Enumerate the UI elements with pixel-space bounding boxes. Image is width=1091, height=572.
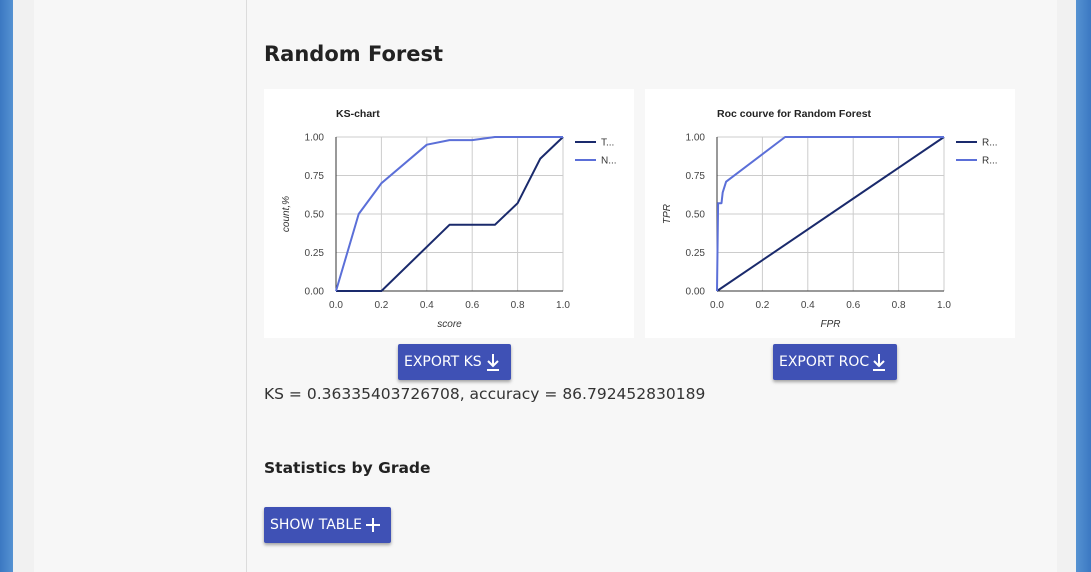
statistics-by-grade-heading: Statistics by Grade	[264, 459, 431, 477]
ks-x-tick-label: 0.6	[465, 300, 479, 311]
ks-x-tick-label: 0.8	[511, 300, 525, 311]
show-table-label: SHOW TABLE	[270, 517, 363, 533]
ks-y-tick-label: 0.00	[305, 287, 325, 298]
ks-legend-label-1: T...	[601, 138, 614, 149]
export-ks-label: EXPORT KS	[404, 354, 482, 370]
section-title: Random Forest	[264, 42, 444, 66]
ks-legend-label-2: N...	[601, 156, 617, 167]
ks-x-tick-label: 0.2	[374, 300, 388, 311]
ks-y-tick-label: 1.00	[305, 133, 325, 144]
roc-x-axis-label: FPR	[821, 319, 841, 330]
ks-y-tick-label: 0.50	[305, 210, 325, 221]
ks-y-tick-label: 0.25	[305, 248, 325, 259]
roc-chart: 0.0 0.2 0.4 0.6 0.8 1.0 0.00 0.25 0.50 0.75 1.00 Ro…	[662, 108, 998, 330]
download-icon	[482, 344, 504, 380]
roc-y-axis-label: TPR	[662, 204, 673, 224]
ks-y-tick-label: 0.75	[305, 171, 325, 182]
ks-x-tick-label: 1.0	[556, 300, 570, 311]
page-background: Random Forest 0.0 0.2 0.4 0.6 0.8 1.0 0.00 0.25…	[13, 0, 1076, 572]
roc-x-tick-label: 0.8	[892, 300, 906, 311]
ks-accuracy-text: KS = 0.36335403726708, accuracy = 86.792…	[264, 385, 706, 403]
export-ks-button[interactable]: EXPORT KS	[398, 344, 511, 380]
model-section: Random Forest 0.0 0.2 0.4 0.6 0.8 1.0 0.00 0.25…	[264, 0, 1024, 572]
ks-x-tick-label: 0.4	[420, 300, 434, 311]
plus-icon	[362, 507, 384, 543]
ks-x-axis-label: score	[437, 319, 462, 330]
content-sheet: Random Forest 0.0 0.2 0.4 0.6 0.8 1.0 0.00 0.25…	[34, 0, 1057, 572]
roc-x-tick-label: 0.4	[801, 300, 815, 311]
roc-chart-card: 0.0 0.2 0.4 0.6 0.8 1.0 0.00 0.25 0.50 0.75 1.00 Ro…	[645, 89, 1015, 338]
roc-x-tick-label: 0.2	[755, 300, 769, 311]
ks-chart-title: KS-chart	[336, 108, 380, 120]
ks-chart: 0.0 0.2 0.4 0.6 0.8 1.0 0.00 0.25 0.50 0.75 1.00 KS…	[281, 108, 617, 330]
ks-x-tick-label: 0.0	[329, 300, 343, 311]
roc-y-tick-label: 0.25	[686, 248, 706, 259]
roc-legend-label-1: R...	[982, 138, 998, 149]
roc-y-tick-label: 1.00	[686, 133, 706, 144]
sidebar-divider	[246, 0, 247, 572]
ks-y-axis-label: count,%	[281, 196, 292, 232]
window-edge-right	[1076, 0, 1091, 572]
ks-chart-card: 0.0 0.2 0.4 0.6 0.8 1.0 0.00 0.25 0.50 0.75 1.00 KS…	[264, 89, 634, 338]
window-edge-left	[0, 0, 13, 572]
roc-y-tick-label: 0.75	[686, 171, 706, 182]
export-roc-button[interactable]: EXPORT ROC	[773, 344, 897, 380]
export-roc-label: EXPORT ROC	[779, 354, 870, 370]
roc-legend-label-2: R...	[982, 156, 998, 167]
roc-y-tick-label: 0.50	[686, 210, 706, 221]
roc-chart-title: Roc courve for Random Forest	[717, 108, 872, 120]
roc-y-tick-label: 0.00	[686, 287, 706, 298]
roc-x-tick-label: 0.6	[846, 300, 860, 311]
roc-x-tick-label: 1.0	[937, 300, 951, 311]
download-icon	[868, 344, 890, 380]
show-table-button[interactable]: SHOW TABLE	[264, 507, 391, 543]
roc-x-tick-label: 0.0	[710, 300, 724, 311]
